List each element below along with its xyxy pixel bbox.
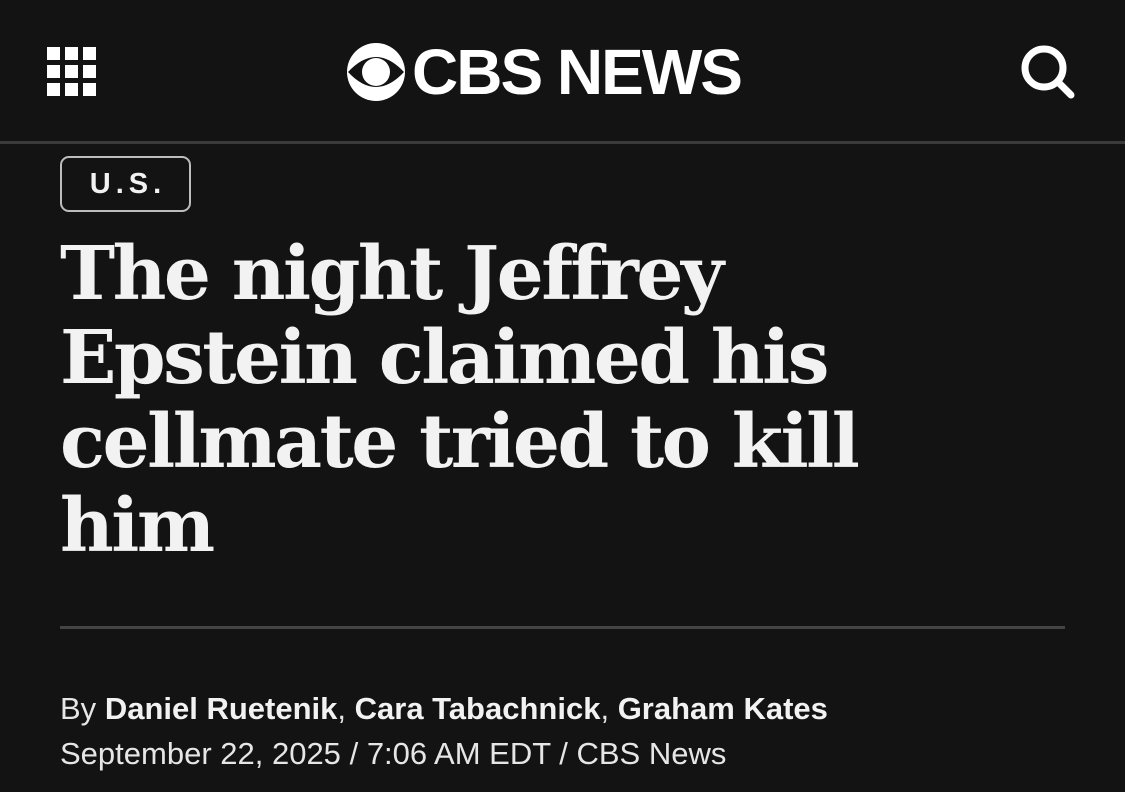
article-source: CBS News [576,736,727,771]
author-separator: , [600,691,610,726]
publish-time: 7:06 AM EDT [366,736,551,771]
grid-menu-icon [47,47,96,96]
publish-date: September 22, 2025 [60,736,341,771]
search-icon [1021,45,1075,99]
headline-line: The night Jeffrey [60,231,724,317]
grid-menu-button[interactable] [47,47,97,97]
site-header: CBS NEWS [0,0,1125,141]
author-link[interactable]: Daniel Ruetenik [105,691,338,726]
headline-line: Epstein claimed his [60,315,829,401]
article-headline: The night Jeffrey Epstein claimed his ce… [60,232,880,568]
meta-separator: / [349,736,359,771]
header-divider [0,141,1125,144]
section-tag-us[interactable]: U.S. [60,156,191,212]
cbs-news-logo[interactable]: CBS NEWS [346,36,743,108]
author-separator: , [337,691,346,726]
author-link[interactable]: Graham Kates [618,691,828,726]
byline: By Daniel Ruetenik, Cara Tabachnick, Gra… [60,689,828,729]
dateline: September 22, 2025 / 7:06 AM EDT / CBS N… [60,734,726,774]
headline-line: cellmate tried to kill [60,399,860,485]
byline-prefix: By [60,691,97,726]
headline-divider [60,626,1065,629]
author-link[interactable]: Cara Tabachnick [355,691,601,726]
section-tag-label: U.S. [89,167,167,200]
search-button[interactable] [1018,42,1078,102]
meta-separator: / [559,736,568,771]
logo-text: CBS NEWS [412,36,743,108]
cbs-eye-icon [347,43,405,101]
headline-line: him [60,483,215,569]
